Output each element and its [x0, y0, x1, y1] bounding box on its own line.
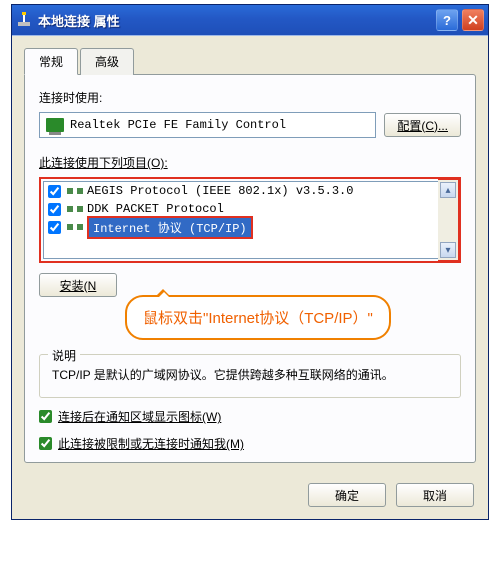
help-button[interactable]: ? — [436, 9, 458, 31]
tab-general[interactable]: 常规 — [24, 48, 78, 75]
nic-icon — [46, 118, 64, 132]
protocol-listbox[interactable]: AEGIS Protocol (IEEE 802.1x) v3.5.3.0 DD… — [43, 181, 457, 259]
show-icon-label: 连接后在通知区域显示图标(W) — [58, 408, 221, 425]
protocol-icon — [67, 203, 83, 215]
protocol-name: Internet 协议 (TCP/IP) — [89, 218, 251, 237]
callout-pointer-icon — [155, 281, 171, 297]
notify-label: 此连接被限制或无连接时通知我(M) — [58, 435, 244, 452]
tab-strip: 常规 高级 — [24, 48, 476, 75]
install-button[interactable]: 安装(N — [39, 273, 117, 297]
window-title: 本地连接 属性 — [38, 11, 432, 30]
tab-panel: 连接时使用: Realtek PCIe FE Family Control 配置… — [24, 74, 476, 463]
protocol-icon — [67, 185, 83, 197]
connect-using-label: 连接时使用: — [39, 89, 461, 106]
protocol-name: DDK PACKET Protocol — [87, 202, 224, 216]
annotation-callout: 鼠标双击"Internet协议（TCP/IP）" — [125, 295, 461, 340]
notify-checkbox[interactable] — [39, 437, 52, 450]
properties-dialog: 本地连接 属性 ? ✕ 常规 高级 连接时使用: Realtek PCIe FE… — [11, 4, 489, 520]
scroll-up-button[interactable]: ▴ — [440, 182, 456, 198]
adapter-field: Realtek PCIe FE Family Control — [39, 112, 376, 138]
dialog-footer: 确定 取消 — [12, 471, 488, 519]
cancel-button[interactable]: 取消 — [396, 483, 474, 507]
list-item[interactable]: AEGIS Protocol (IEEE 802.1x) v3.5.3.0 — [44, 182, 456, 200]
adapter-name: Realtek PCIe FE Family Control — [70, 118, 286, 132]
list-item-selected[interactable]: Internet 协议 (TCP/IP) — [44, 218, 456, 236]
protocol-icon — [67, 221, 83, 233]
protocol-list-highlight: AEGIS Protocol (IEEE 802.1x) v3.5.3.0 DD… — [39, 177, 461, 263]
ok-button[interactable]: 确定 — [308, 483, 386, 507]
close-button[interactable]: ✕ — [462, 9, 484, 31]
connection-icon — [16, 12, 32, 28]
description-group: 说明 TCP/IP 是默认的广域网协议。它提供跨越多种互联网络的通讯。 — [39, 354, 461, 398]
callout-text: 鼠标双击"Internet协议（TCP/IP）" — [125, 295, 391, 340]
show-icon-row[interactable]: 连接后在通知区域显示图标(W) — [39, 408, 461, 425]
protocol-checkbox[interactable] — [48, 203, 61, 216]
description-text: TCP/IP 是默认的广域网协议。它提供跨越多种互联网络的通讯。 — [52, 365, 448, 385]
protocol-buttons: 安装(N — [39, 273, 461, 297]
client-area: 常规 高级 连接时使用: Realtek PCIe FE Family Cont… — [12, 35, 488, 471]
configure-button[interactable]: 配置(C)... — [384, 113, 461, 137]
description-legend: 说明 — [48, 347, 80, 364]
scrollbar-highlight: ▴ ▾ — [438, 178, 460, 262]
items-label: 此连接使用下列项目(O): — [39, 154, 461, 171]
notify-row[interactable]: 此连接被限制或无连接时通知我(M) — [39, 435, 461, 452]
show-icon-checkbox[interactable] — [39, 410, 52, 423]
protocol-checkbox[interactable] — [48, 221, 61, 234]
protocol-name: AEGIS Protocol (IEEE 802.1x) v3.5.3.0 — [87, 184, 353, 198]
tab-advanced[interactable]: 高级 — [80, 48, 134, 75]
protocol-checkbox[interactable] — [48, 185, 61, 198]
titlebar[interactable]: 本地连接 属性 ? ✕ — [12, 5, 488, 35]
scroll-down-button[interactable]: ▾ — [440, 242, 456, 258]
